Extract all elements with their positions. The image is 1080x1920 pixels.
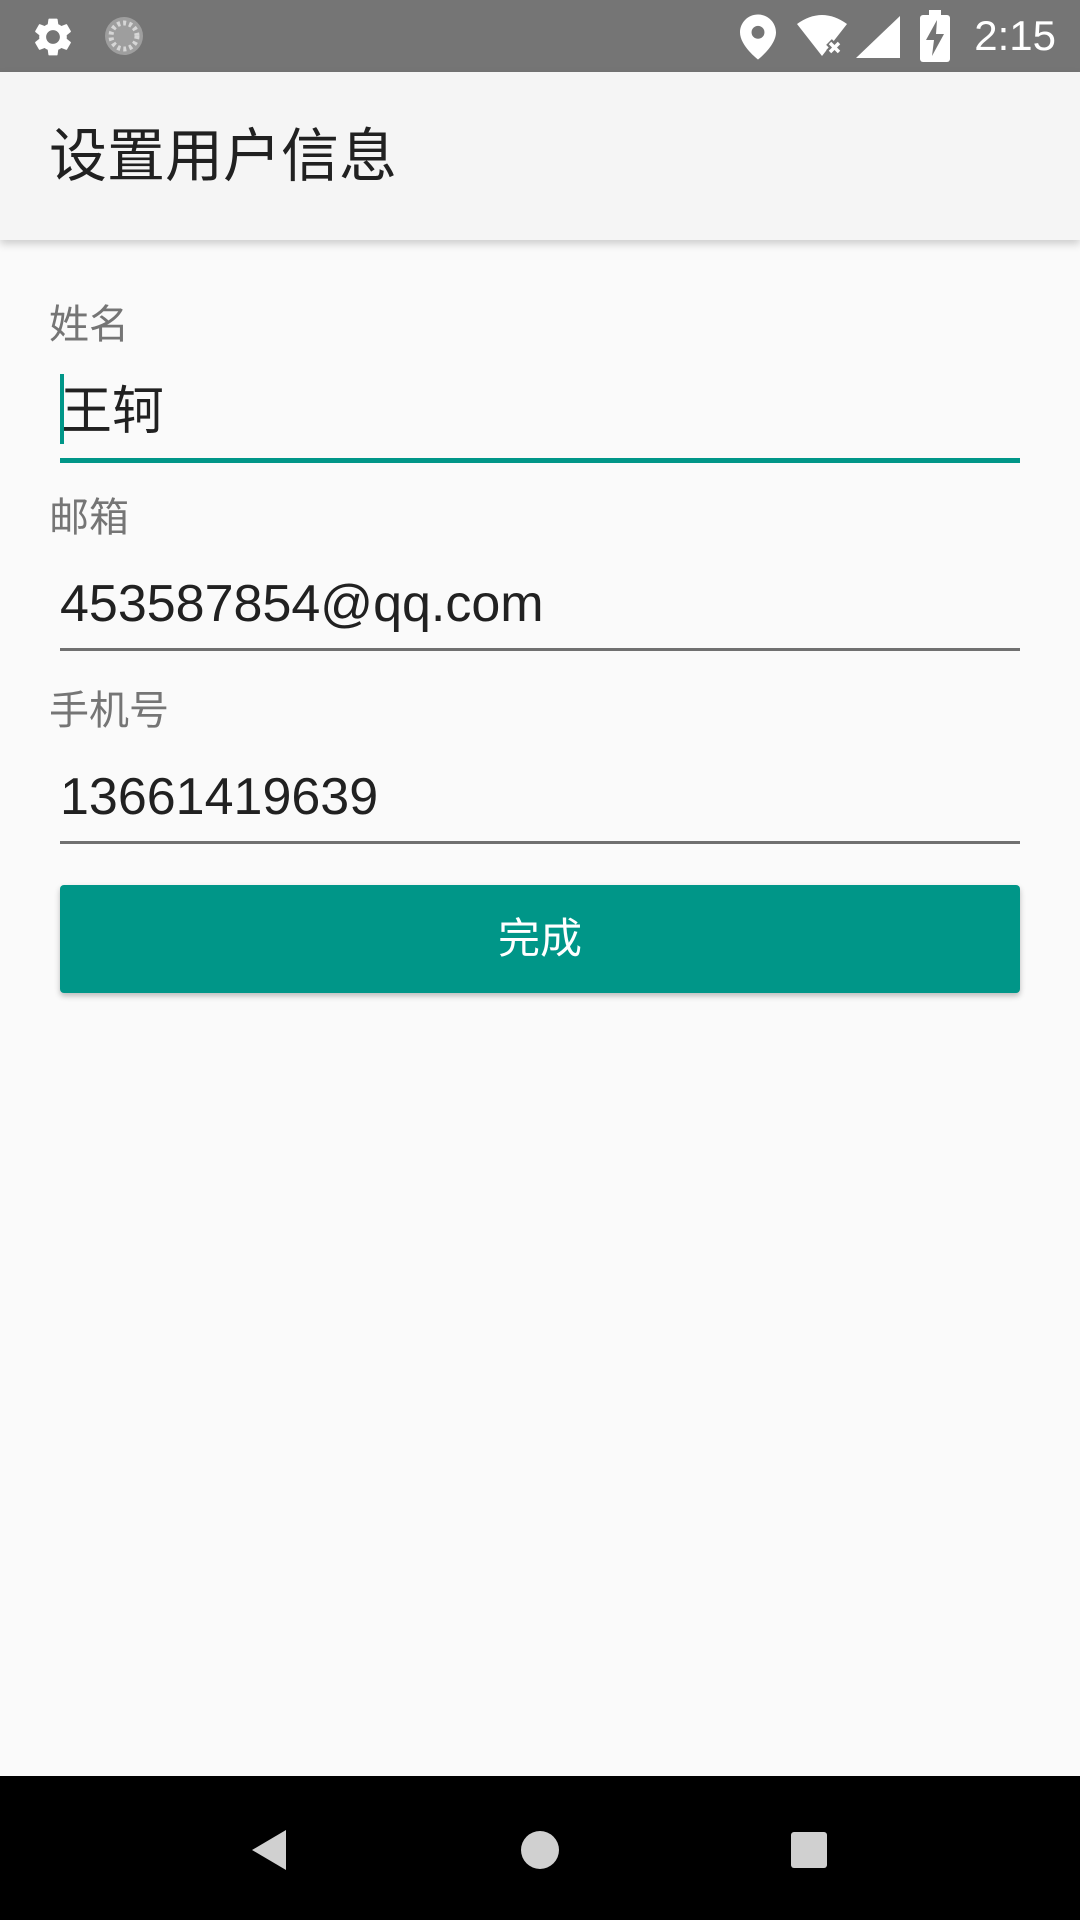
- home-icon[interactable]: [520, 1830, 560, 1870]
- back-icon[interactable]: [250, 1828, 290, 1872]
- text-caret: [60, 374, 64, 444]
- location-icon: [740, 14, 776, 60]
- name-value: 王轲: [60, 383, 165, 441]
- email-field[interactable]: 453587854@qq.com: [60, 560, 1020, 651]
- status-time: 2:15: [974, 12, 1056, 59]
- app-bar: 设置用户信息: [0, 72, 1080, 240]
- nav-bar: [0, 1776, 1080, 1920]
- page-title: 设置用户信息: [49, 122, 398, 190]
- name-label: 姓名: [49, 302, 129, 348]
- name-field[interactable]: 王轲: [60, 370, 1020, 463]
- wifi-off-icon: [797, 15, 847, 56]
- email-value: 453587854@qq.com: [60, 575, 544, 633]
- status-bar: 2:15: [0, 0, 1080, 72]
- recents-icon[interactable]: [790, 1831, 828, 1869]
- phone-label: 手机号: [49, 688, 169, 734]
- battery-charging-icon: [920, 10, 950, 62]
- settings-icon: [35, 18, 71, 56]
- phone-field[interactable]: 13661419639: [60, 753, 1020, 844]
- sync-icon: [105, 17, 143, 55]
- done-button[interactable]: 完成: [60, 885, 1020, 993]
- email-label: 邮箱: [49, 495, 129, 541]
- phone-value: 13661419639: [60, 768, 379, 826]
- signal-icon: [856, 16, 900, 58]
